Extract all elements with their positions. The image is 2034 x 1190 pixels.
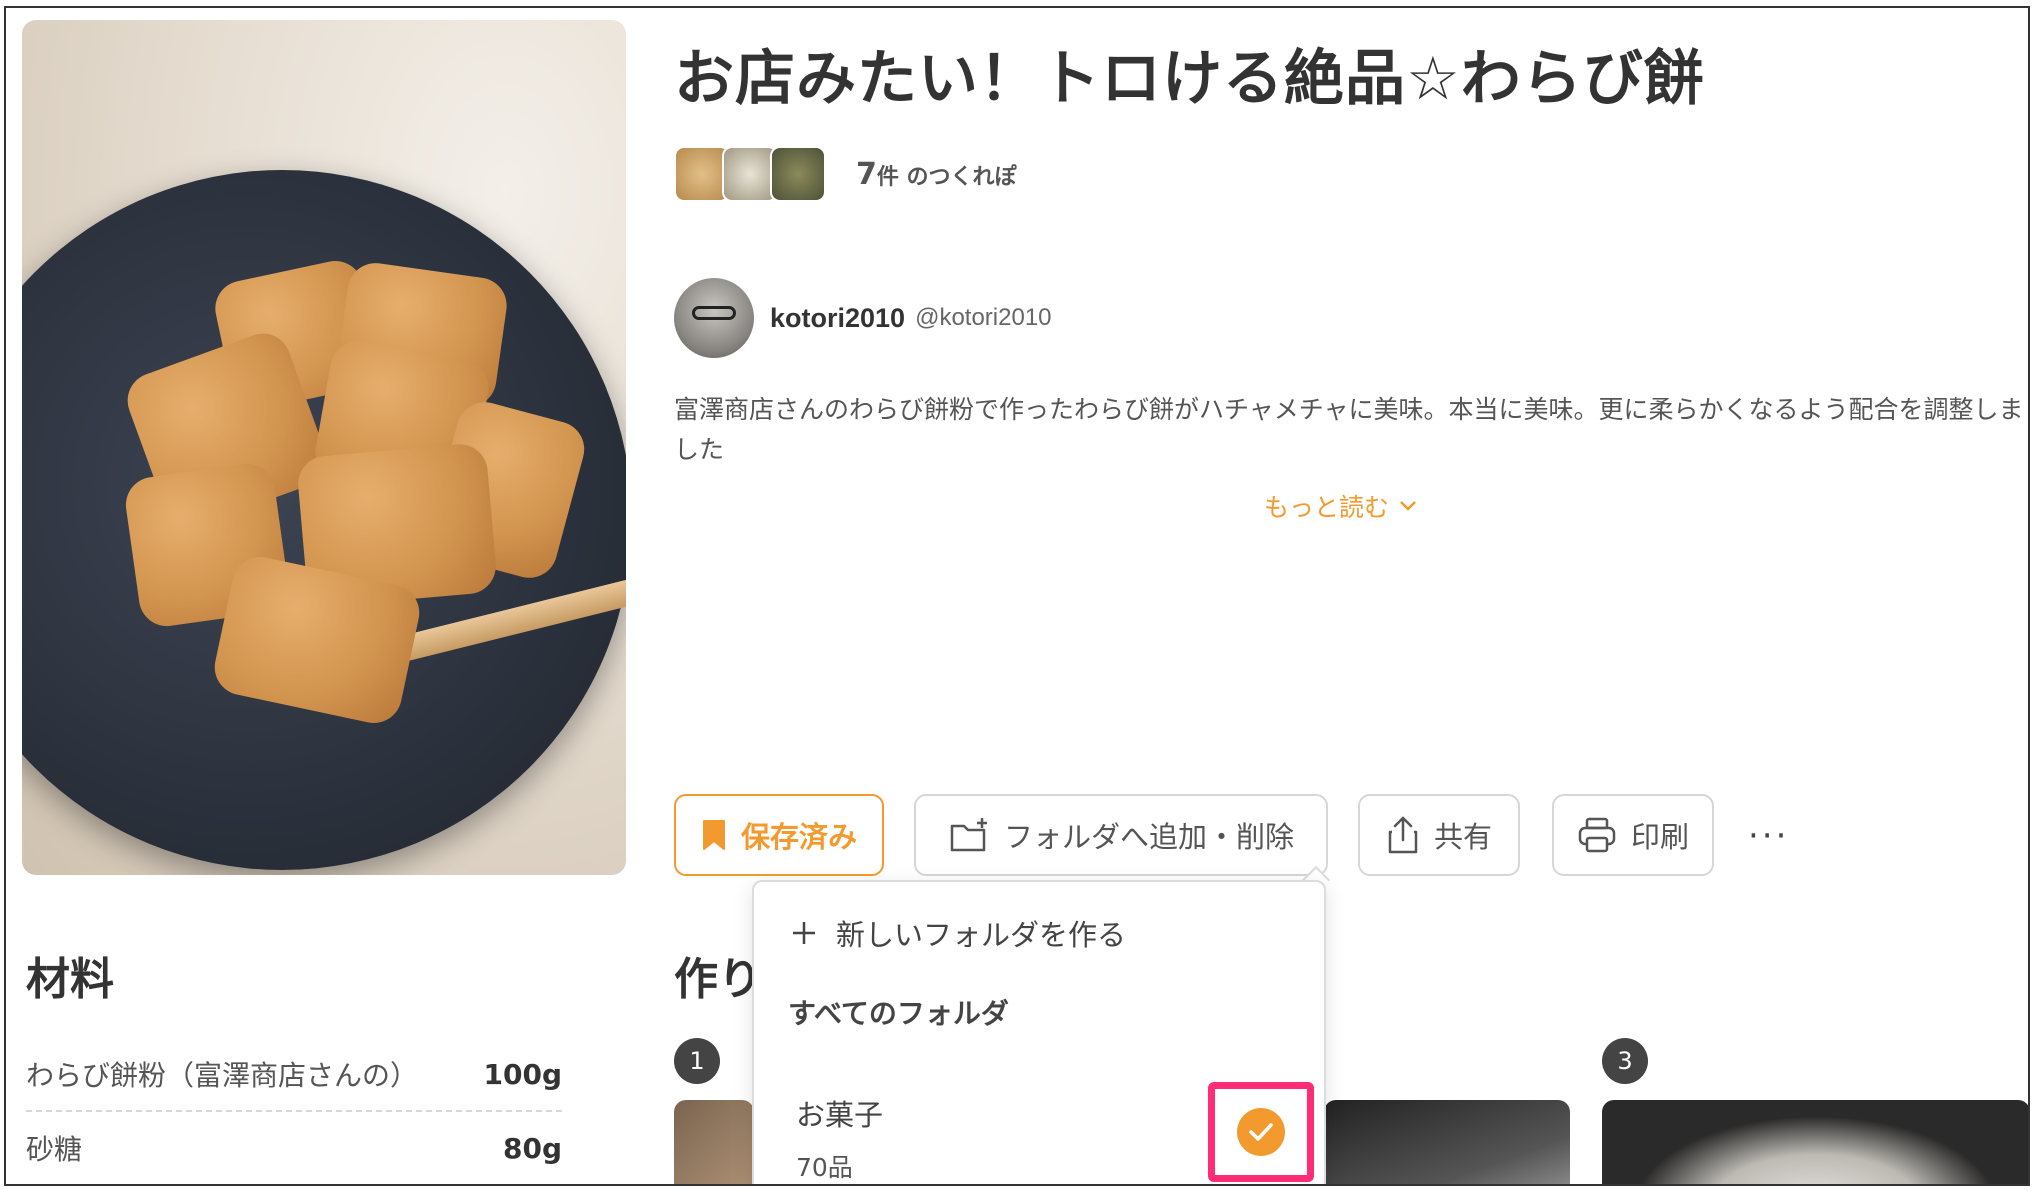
folder-label: フォルダへ追加・削除: [1003, 820, 1294, 854]
ingredient-amount: 100g: [483, 1057, 563, 1091]
ingredient-amount: 80g: [502, 1131, 562, 1165]
step-photo[interactable]: [1324, 1100, 1570, 1184]
new-folder-item[interactable]: 新しいフォルダを作る: [790, 912, 1126, 954]
ingredient-row: わらび餅粉（富澤商店さんの） 100g: [26, 1038, 562, 1112]
step-photo[interactable]: [674, 1100, 754, 1184]
steps-heading: 作り: [674, 954, 762, 1005]
bookmark-icon: [702, 820, 725, 850]
tsukurepo-thumbnail[interactable]: [770, 146, 826, 202]
folder-plus-icon: [950, 818, 987, 852]
share-label: 共有: [1433, 820, 1492, 854]
folder-checkbox-highlight[interactable]: [1208, 1082, 1314, 1182]
ingredient-name: わらび餅粉（富澤商店さんの）: [26, 1059, 419, 1092]
folder-add-remove-button[interactable]: フォルダへ追加・削除: [914, 794, 1328, 876]
read-more-link[interactable]: もっと読む: [1264, 488, 1417, 524]
printer-icon: [1578, 817, 1616, 853]
ingredient-name: 砂糖: [26, 1133, 83, 1166]
folder-name: お菓子: [796, 1098, 884, 1132]
recipe-photo[interactable]: [22, 20, 626, 875]
saved-label: 保存済み: [740, 820, 857, 854]
recipe-description: 富澤商店さんのわらび餅粉で作ったわらび餅がハチャメチャに美味。本当に美味。更に柔…: [674, 395, 2024, 464]
step-number: 1: [674, 1038, 720, 1084]
tsukurepo-number: 7: [856, 156, 877, 192]
glasses-graphic: [692, 306, 736, 320]
author-row[interactable]: kotori2010 @kotori2010: [674, 278, 1052, 358]
author-handle: @kotori2010: [915, 304, 1052, 331]
plus-icon: [793, 922, 815, 944]
more-options-button[interactable]: ···: [1748, 816, 1789, 856]
chevron-down-icon: [1400, 501, 1416, 511]
tsukurepo-count[interactable]: 7件 のつくれぽ: [856, 157, 1017, 192]
step-photo[interactable]: [1602, 1100, 2028, 1184]
ingredient-row: 砂糖 80g: [26, 1112, 562, 1184]
all-folders-heading: すべてのフォルダ: [788, 997, 1009, 1030]
share-button[interactable]: 共有: [1358, 794, 1520, 876]
tsukurepo-summary[interactable]: 7件 のつくれぽ: [674, 146, 1017, 202]
read-more-label: もっと読む: [1264, 493, 1390, 522]
share-icon: [1388, 816, 1418, 854]
tsukurepo-label: 件 のつくれぽ: [876, 164, 1017, 190]
new-folder-label: 新しいフォルダを作る: [836, 918, 1127, 952]
avatar[interactable]: [674, 278, 754, 358]
ingredients-heading: 材料: [26, 954, 114, 1005]
print-button[interactable]: 印刷: [1552, 794, 1714, 876]
author-name[interactable]: kotori2010: [770, 303, 905, 334]
folder-count: 70品: [796, 1153, 853, 1182]
folder-item[interactable]: お菓子 70品: [796, 1092, 883, 1184]
recipe-title: お店みたい！トロける絶品☆わらび餅: [674, 44, 1705, 114]
folder-dropdown: 新しいフォルダを作る すべてのフォルダ お菓子 70品: [752, 880, 1326, 1184]
saved-button[interactable]: 保存済み: [674, 794, 884, 876]
recipe-page: お店みたい！トロける絶品☆わらび餅 7件 のつくれぽ kotori2010 @k…: [4, 6, 2030, 1186]
checkmark-icon: [1237, 1108, 1285, 1156]
print-label: 印刷: [1630, 820, 1689, 854]
step-number: 3: [1602, 1038, 1648, 1084]
